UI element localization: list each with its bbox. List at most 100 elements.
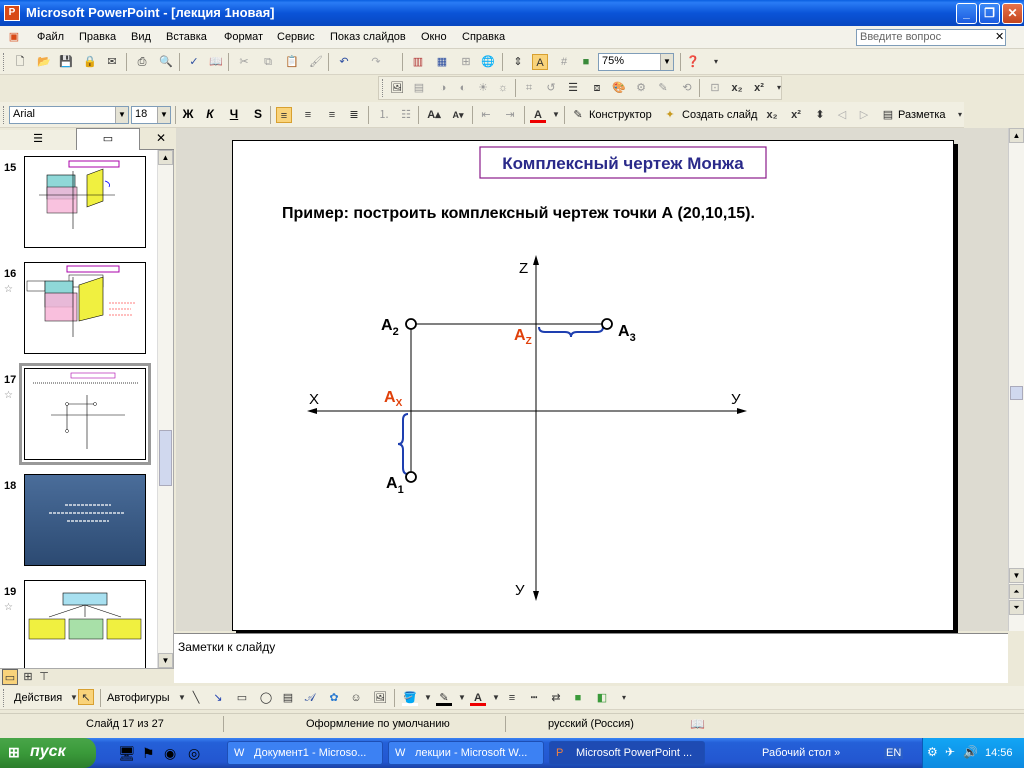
desktop-toolbar[interactable]: Рабочий стол » <box>762 747 840 759</box>
crop-icon[interactable]: ⌗ <box>521 80 537 96</box>
desktop-icon[interactable]: 🖥 <box>118 745 136 762</box>
compress-icon[interactable]: ⧈ <box>589 80 605 96</box>
slideshow-view-icon[interactable]: ⊤ <box>36 669 52 685</box>
decrease-indent-icon[interactable]: ⇤ <box>478 107 494 123</box>
chevron-down-icon[interactable]: ▼ <box>548 107 564 123</box>
email-icon[interactable]: ✉ <box>104 54 120 70</box>
select-pointer-icon[interactable]: ↖ <box>78 689 94 705</box>
menu-slideshow[interactable]: Показ слайдов <box>330 31 406 43</box>
increase-font-icon[interactable]: A▴ <box>426 107 442 123</box>
shadow-style-icon[interactable]: ■ <box>570 690 586 706</box>
increase-indent-icon[interactable]: ⇥ <box>502 107 518 123</box>
font-size-select[interactable]: 18 ▼ <box>131 106 171 124</box>
new-slide-button[interactable]: Создать слайд <box>682 109 757 121</box>
font-select[interactable]: Arial ▼ <box>9 106 129 124</box>
tool-icon[interactable]: ✈ <box>945 745 955 759</box>
help-icon[interactable]: ❓ <box>685 54 701 70</box>
picture-icon[interactable]: 🖼 <box>372 690 388 706</box>
actions-menu[interactable]: Действия <box>14 692 62 704</box>
underline-button[interactable]: Ч <box>226 105 242 123</box>
menu-help[interactable]: Справка <box>462 31 505 43</box>
copy-icon[interactable]: ⧉ <box>260 54 276 70</box>
opera-icon[interactable]: ◎ <box>188 745 200 762</box>
diagram-icon[interactable]: ✿ <box>326 690 342 706</box>
slide-thumbnail-19[interactable] <box>24 580 146 672</box>
layout-icon[interactable]: ▤ <box>880 107 896 123</box>
open-icon[interactable]: 📂 <box>36 54 52 70</box>
toolbar-options-icon[interactable]: ▾ <box>616 690 632 706</box>
scroll-thumb[interactable] <box>1010 386 1023 400</box>
align-left-icon[interactable]: ≡ <box>276 107 292 123</box>
preview-icon[interactable]: 🔍 <box>158 54 174 70</box>
color-icon[interactable]: ▤ <box>411 80 427 96</box>
chart-icon[interactable]: ▥ <box>410 54 426 70</box>
toolbar-options-icon[interactable]: ▾ <box>952 107 968 123</box>
research-icon[interactable]: 📖 <box>208 54 224 70</box>
tables-borders-icon[interactable]: ⊞ <box>458 54 474 70</box>
point-a3[interactable] <box>601 318 613 330</box>
close-pane-icon[interactable]: ✕ <box>156 131 166 145</box>
contrast-up-icon[interactable]: ◑ <box>435 80 451 96</box>
arrow-icon[interactable]: ↘ <box>210 690 226 706</box>
point-a1[interactable] <box>405 471 417 483</box>
tab-slides[interactable]: ▭ <box>76 128 140 150</box>
spelling-icon[interactable]: ✓ <box>186 54 202 70</box>
chevron-down-icon[interactable]: ▼ <box>420 690 436 706</box>
chevron-down-icon[interactable]: ▼ <box>454 690 470 706</box>
spin-icon[interactable]: ⬍ <box>812 107 828 123</box>
numbering-icon[interactable]: ⒈ <box>376 107 392 123</box>
task-word-document[interactable]: W Документ1 - Microso... <box>227 741 383 765</box>
scroll-up-icon[interactable]: ▲ <box>1009 128 1024 143</box>
menu-format[interactable]: Формат <box>224 31 263 43</box>
shadow-button[interactable]: S <box>250 105 266 123</box>
notes-pane[interactable]: Заметки к слайду <box>174 633 1008 683</box>
layout-button[interactable]: Разметка <box>898 109 946 121</box>
task-powerpoint[interactable]: P Microsoft PowerPoint ... <box>549 741 705 765</box>
line-icon[interactable]: ╲ <box>188 690 204 706</box>
arrow-style-icon[interactable]: ⇄ <box>548 690 564 706</box>
cut-icon[interactable]: ✂ <box>236 54 252 70</box>
slide-thumbnail-15[interactable] <box>24 156 146 248</box>
sorter-view-icon[interactable]: ⊞ <box>20 669 36 685</box>
menu-window[interactable]: Окно <box>421 31 447 43</box>
autoshapes-menu[interactable]: Автофигуры <box>107 692 170 704</box>
menu-tools[interactable]: Сервис <box>277 31 315 43</box>
slide-thumbnail-18[interactable] <box>24 474 146 566</box>
task-word-lectures[interactable]: W лекции - Microsoft W... <box>388 741 544 765</box>
brightness-up-icon[interactable]: ☀ <box>475 80 491 96</box>
brightness-down-icon[interactable]: ☼ <box>495 80 511 96</box>
reset-picture-icon[interactable]: ⟲ <box>679 80 695 96</box>
superscript-icon[interactable]: x² <box>751 80 767 96</box>
formatting-icon[interactable]: A <box>532 54 548 70</box>
powerpoint-icon[interactable]: P <box>4 5 20 21</box>
normal-view-icon[interactable]: ▭ <box>2 669 18 685</box>
designer-button[interactable]: Конструктор <box>589 109 652 121</box>
color-grayscale-icon[interactable]: ■ <box>578 54 594 70</box>
font-color-icon[interactable]: A <box>470 690 486 706</box>
designer-icon[interactable]: ✎ <box>570 107 586 123</box>
line-style-icon[interactable]: ☰ <box>565 80 581 96</box>
recolor-icon[interactable]: 🎨 <box>611 80 627 96</box>
line-style-icon[interactable]: ≡ <box>504 690 520 706</box>
fit-text-icon[interactable]: ⊡ <box>707 80 723 96</box>
point-a2[interactable] <box>405 318 417 330</box>
line-color-icon[interactable]: ✎ <box>436 690 452 706</box>
paste-icon[interactable]: 📋 <box>284 54 300 70</box>
ltr-icon[interactable]: ◁ <box>834 107 850 123</box>
editor-scrollbar[interactable]: ▲ ▼ ⏶ ⏷ <box>1008 128 1024 631</box>
grid-icon[interactable]: # <box>556 54 572 70</box>
language-indicator[interactable]: EN <box>884 747 904 759</box>
save-icon[interactable]: 💾 <box>58 54 74 70</box>
start-button[interactable]: ⊞ пуск <box>0 738 96 768</box>
clipart-icon[interactable]: ☺ <box>348 690 364 706</box>
scroll-down-icon[interactable]: ▼ <box>1009 568 1024 583</box>
chevron-down-icon[interactable]: ▼ <box>488 690 504 706</box>
contrast-down-icon[interactable]: ◐ <box>455 80 471 96</box>
rectangle-icon[interactable]: ▭ <box>234 690 250 706</box>
menu-file[interactable]: Файл <box>37 31 64 43</box>
wordart-icon[interactable]: 𝒜 <box>302 690 318 706</box>
media-player-icon[interactable]: ◉ <box>164 745 176 762</box>
3d-style-icon[interactable]: ◧ <box>594 690 610 706</box>
new-icon[interactable]: 🗋 <box>12 54 28 70</box>
menu-view[interactable]: Вид <box>131 31 151 43</box>
